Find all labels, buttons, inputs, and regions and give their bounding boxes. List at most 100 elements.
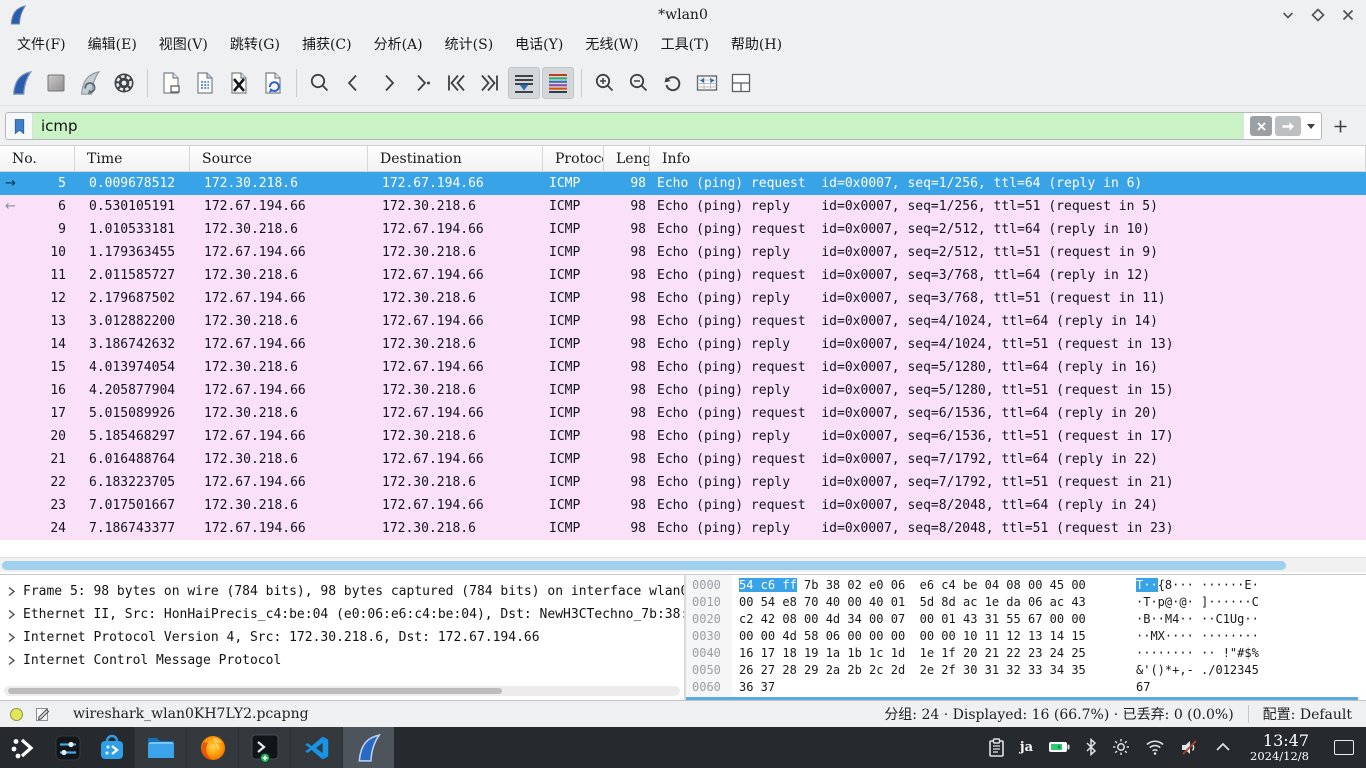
expander-chevron-icon[interactable]	[7, 655, 16, 666]
packet-row[interactable]: 22 6.183223705 172.67.194.66 172.30.218.…	[0, 471, 1366, 494]
battery-tray-icon[interactable]	[1048, 741, 1070, 753]
show-desktop-button[interactable]	[1334, 740, 1354, 755]
capture-options-button[interactable]	[108, 67, 140, 99]
hex-bytes[interactable]: 16 17 18 19 1a 1b 1c 1d 1e 1f 20 21 22 2…	[739, 646, 1086, 660]
start-capture-button[interactable]	[6, 67, 38, 99]
save-file-button[interactable]	[189, 67, 221, 99]
ime-indicator[interactable]: ja	[1020, 740, 1033, 755]
hex-bytes[interactable]: 00 00 4d 58 06 00 00 00 00 00 10 11 12 1…	[739, 629, 1086, 643]
hex-ascii[interactable]: ·B··M4·· ··C1Ug··	[1136, 612, 1259, 626]
filter-text[interactable]: icmp	[33, 113, 1243, 139]
hex-ascii[interactable]: 67	[1136, 680, 1150, 694]
task-wireshark[interactable]	[342, 727, 394, 768]
menu-item[interactable]: 无线(W)	[574, 30, 649, 60]
hex-bytes[interactable]: 54 c6 ff 7b 38 02 e0 06 e6 c4 be 04 08 0…	[739, 578, 1086, 592]
close-button[interactable]	[1338, 5, 1358, 25]
packet-list-hscrollbar-handle[interactable]	[2, 561, 1286, 570]
details-hscrollbar[interactable]	[4, 686, 680, 696]
expander-chevron-icon[interactable]	[7, 632, 16, 643]
clipboard-tray-icon[interactable]	[988, 738, 1005, 757]
profile-label[interactable]: 配置: Default	[1263, 704, 1352, 724]
column-header-protocol[interactable]: Protocol	[543, 146, 604, 171]
maximize-button[interactable]	[1308, 5, 1328, 25]
packet-row[interactable]: ←6 0.530105191 172.67.194.66 172.30.218.…	[0, 195, 1366, 218]
app-launcher-button[interactable]	[0, 727, 46, 768]
hex-ascii[interactable]: ·T·p@·@· ]······C	[1136, 595, 1259, 609]
taskbar-clock[interactable]: 13:47 2024/12/8	[1250, 733, 1309, 762]
find-packet-button[interactable]	[304, 67, 336, 99]
restart-capture-button[interactable]	[74, 67, 106, 99]
expander-chevron-icon[interactable]	[7, 609, 16, 620]
menu-item[interactable]: 编辑(E)	[77, 30, 148, 60]
colorize-packets-button[interactable]	[542, 67, 574, 99]
hex-ascii[interactable]: ········ ·· !"#$%	[1136, 646, 1259, 660]
hex-row[interactable]: 0060 36 37 67	[686, 680, 1366, 697]
display-filter-input[interactable]: icmp	[5, 112, 1322, 140]
hex-bytes[interactable]: c2 42 08 00 4d 34 00 07 00 01 43 31 55 6…	[739, 612, 1086, 626]
stop-capture-button[interactable]	[40, 67, 72, 99]
menu-item[interactable]: 分析(A)	[363, 30, 434, 60]
column-header-no[interactable]: No.	[0, 146, 75, 171]
column-header-source[interactable]: Source	[190, 146, 368, 171]
go-back-button[interactable]	[338, 67, 370, 99]
filter-dropdown-caret[interactable]	[1307, 124, 1315, 129]
packet-row[interactable]: 14 3.186742632 172.67.194.66 172.30.218.…	[0, 333, 1366, 356]
volume-muted-tray-icon[interactable]	[1180, 739, 1200, 756]
detail-line[interactable]: Ethernet II, Src: HonHaiPrecis_c4:be:04 …	[0, 603, 684, 626]
menu-item[interactable]: 工具(T)	[650, 30, 720, 60]
packet-row[interactable]: 12 2.179687502 172.67.194.66 172.30.218.…	[0, 287, 1366, 310]
expert-info-icon[interactable]	[10, 708, 23, 721]
layout-button[interactable]	[725, 67, 757, 99]
hex-row[interactable]: 0010 00 54 e8 70 40 00 40 01 5d 8d ac 1e…	[686, 595, 1366, 612]
details-hscrollbar-handle[interactable]	[8, 688, 502, 694]
detail-line[interactable]: Internet Protocol Version 4, Src: 172.30…	[0, 626, 684, 649]
task-file-manager[interactable]	[134, 727, 186, 768]
settings-tray-button[interactable]	[46, 727, 90, 768]
capture-comment-icon[interactable]	[35, 706, 51, 722]
column-header-info[interactable]: Info	[650, 146, 1366, 171]
zoom-original-button[interactable]	[657, 67, 689, 99]
bluetooth-tray-icon[interactable]	[1085, 738, 1097, 756]
packet-row[interactable]: 9 1.010533181 172.30.218.6 172.67.194.66…	[0, 218, 1366, 241]
filter-bookmark-button[interactable]	[6, 113, 33, 139]
go-last-packet-button[interactable]	[474, 67, 506, 99]
menu-item[interactable]: 帮助(H)	[720, 30, 793, 60]
wifi-tray-icon[interactable]	[1145, 739, 1165, 755]
hex-row[interactable]: 0040 16 17 18 19 1a 1b 1c 1d 1e 1f 20 21…	[686, 646, 1366, 663]
hex-ascii[interactable]: T··{8··· ······E·	[1136, 578, 1259, 592]
discover-button[interactable]	[90, 727, 134, 768]
hex-bytes[interactable]: 26 27 28 29 2a 2b 2c 2d 2e 2f 30 31 32 3…	[739, 663, 1086, 677]
menu-item[interactable]: 跳转(G)	[219, 30, 291, 60]
packet-list-hscrollbar[interactable]	[0, 557, 1366, 572]
menu-item[interactable]: 捕获(C)	[291, 30, 363, 60]
menu-item[interactable]: 统计(S)	[434, 30, 505, 60]
packet-row[interactable]: 24 7.186743377 172.67.194.66 172.30.218.…	[0, 517, 1366, 540]
column-header-time[interactable]: Time	[75, 146, 190, 171]
packet-row[interactable]: 21 6.016488764 172.30.218.6 172.67.194.6…	[0, 448, 1366, 471]
packet-row[interactable]: 20 5.185468297 172.67.194.66 172.30.218.…	[0, 425, 1366, 448]
detail-line[interactable]: Frame 5: 98 bytes on wire (784 bits), 98…	[0, 580, 684, 603]
task-terminal[interactable]	[238, 727, 290, 768]
minimize-button[interactable]	[1278, 5, 1298, 25]
filter-apply-button[interactable]	[1275, 116, 1301, 136]
close-file-button[interactable]	[223, 67, 255, 99]
hex-row[interactable]: 0020 c2 42 08 00 4d 34 00 07 00 01 43 31…	[686, 612, 1366, 629]
menu-item[interactable]: 电话(Y)	[504, 30, 574, 60]
filter-clear-button[interactable]	[1250, 116, 1272, 136]
zoom-out-button[interactable]	[623, 67, 655, 99]
column-header-destination[interactable]: Destination	[368, 146, 543, 171]
hex-row[interactable]: 0000 54 c6 ff 7b 38 02 e0 06 e6 c4 be 04…	[686, 578, 1366, 595]
packet-row[interactable]: 11 2.011585727 172.30.218.6 172.67.194.6…	[0, 264, 1366, 287]
packet-row[interactable]: 23 7.017501667 172.30.218.6 172.67.194.6…	[0, 494, 1366, 517]
packet-row[interactable]: 13 3.012882200 172.30.218.6 172.67.194.6…	[0, 310, 1366, 333]
hex-bytes[interactable]: 00 54 e8 70 40 00 40 01 5d 8d ac 1e da 0…	[739, 595, 1086, 609]
hex-row[interactable]: 0030 00 00 4d 58 06 00 00 00 00 00 10 11…	[686, 629, 1366, 646]
hex-ascii[interactable]: &'()*+,- ./012345	[1136, 663, 1259, 677]
brightness-tray-icon[interactable]	[1112, 738, 1130, 756]
tray-expand-caret-icon[interactable]	[1215, 742, 1231, 752]
column-header-length[interactable]: Length	[604, 146, 650, 171]
auto-scroll-button[interactable]	[508, 67, 540, 99]
task-firefox[interactable]	[186, 727, 238, 768]
menu-item[interactable]: 文件(F)	[6, 30, 77, 60]
expander-chevron-icon[interactable]	[7, 586, 16, 597]
